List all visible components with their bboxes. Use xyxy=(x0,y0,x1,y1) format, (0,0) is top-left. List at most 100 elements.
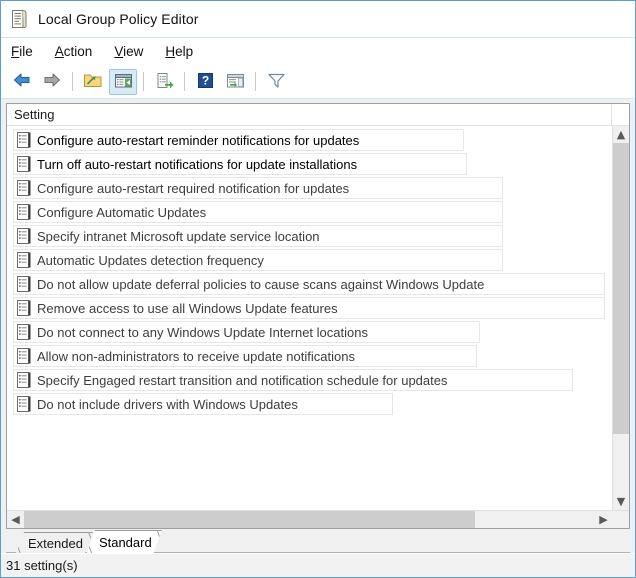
up-one-level-button[interactable] xyxy=(79,69,107,95)
console-tree-icon xyxy=(114,72,133,92)
scroll-left-button[interactable]: ◀ xyxy=(7,511,24,528)
row-container[interactable]: Do not connect to any Windows Update Int… xyxy=(13,321,480,343)
menu-item-file[interactable]: File xyxy=(11,44,33,59)
row-container[interactable]: Automatic Updates detection frequency xyxy=(13,249,503,271)
show-pane-icon xyxy=(226,72,245,92)
vertical-scrollbar[interactable]: ▲ ▼ xyxy=(612,126,629,510)
policy-setting-icon xyxy=(17,204,31,220)
scroll-right-button[interactable]: ▶ xyxy=(595,511,612,528)
policy-setting-icon xyxy=(17,372,31,388)
horizontal-scroll-track[interactable] xyxy=(24,511,595,528)
menu-item-view[interactable]: View xyxy=(114,44,143,59)
tab-standard-label: Standard xyxy=(98,534,152,550)
forward-button[interactable] xyxy=(38,69,66,95)
arrow-left-icon xyxy=(13,72,31,91)
help-button[interactable]: ? xyxy=(191,69,219,95)
policy-setting-icon xyxy=(17,348,31,364)
policy-setting-icon xyxy=(17,228,31,244)
chevron-left-icon: ◀ xyxy=(11,513,20,526)
policy-setting-icon xyxy=(17,132,31,148)
row-container[interactable]: Allow non-administrators to receive upda… xyxy=(13,345,477,367)
question-mark-icon: ? xyxy=(197,72,214,92)
table-row[interactable]: Specify Engaged restart transition and n… xyxy=(7,368,629,392)
menu-item-help[interactable]: Help xyxy=(165,44,193,59)
setting-name: Allow non-administrators to receive upda… xyxy=(37,348,355,364)
scroll-up-button[interactable]: ▲ xyxy=(613,126,629,143)
table-row[interactable]: Specify intranet Microsoft update servic… xyxy=(7,224,629,248)
table-row[interactable]: Turn off auto-restart notifications for … xyxy=(7,152,629,176)
table-row[interactable]: Automatic Updates detection frequency xyxy=(7,248,629,272)
scrollbar-corner xyxy=(612,511,629,528)
svg-text:?: ? xyxy=(201,73,208,87)
policy-document-icon xyxy=(9,8,29,30)
setting-name: Turn off auto-restart notifications for … xyxy=(37,156,358,172)
row-container[interactable]: Configure Automatic Updates xyxy=(13,201,503,223)
content-pane: Setting Configure auto-restart reminder … xyxy=(1,99,635,553)
settings-list-view[interactable]: Setting Configure auto-restart reminder … xyxy=(6,103,630,529)
funnel-filter-icon xyxy=(267,72,286,92)
policy-setting-icon xyxy=(17,180,31,196)
policy-setting-icon xyxy=(17,396,31,412)
scroll-down-button[interactable]: ▼ xyxy=(613,493,629,510)
setting-name: Specify intranet Microsoft update servic… xyxy=(37,228,320,244)
chevron-down-icon: ▼ xyxy=(616,495,626,508)
tab-strip: Extended Standard xyxy=(6,529,630,553)
vertical-scroll-track[interactable] xyxy=(613,143,629,493)
settings-rows: Configure auto-restart reminder notifica… xyxy=(7,128,629,416)
vertical-scroll-thumb[interactable] xyxy=(613,143,629,434)
table-row[interactable]: Configure Automatic Updates xyxy=(7,200,629,224)
tab-extended-label: Extended xyxy=(28,535,83,551)
row-container[interactable]: Specify intranet Microsoft update servic… xyxy=(13,225,503,247)
horizontal-scroll-thumb[interactable] xyxy=(24,511,476,528)
table-row[interactable]: Configure auto-restart required notifica… xyxy=(7,176,629,200)
chevron-right-icon: ▶ xyxy=(599,513,608,526)
policy-setting-icon xyxy=(17,276,31,292)
menu-bar: File Action View Help xyxy=(1,38,635,65)
setting-name: Automatic Updates detection frequency xyxy=(37,252,264,268)
tab-extended[interactable]: Extended xyxy=(16,532,93,553)
tab-standard[interactable]: Standard xyxy=(87,530,162,553)
list-body: Configure auto-restart reminder notifica… xyxy=(7,126,629,510)
toolbar-separator xyxy=(143,72,144,91)
export-list-button[interactable] xyxy=(150,69,178,95)
table-row[interactable]: Do not connect to any Windows Update Int… xyxy=(7,320,629,344)
column-header-setting[interactable]: Setting xyxy=(7,104,612,125)
menu-item-action[interactable]: Action xyxy=(55,44,93,59)
row-container[interactable]: Do not allow update deferral policies to… xyxy=(13,273,605,295)
row-container[interactable]: Turn off auto-restart notifications for … xyxy=(13,153,467,175)
row-container[interactable]: Do not include drivers with Windows Upda… xyxy=(13,393,393,415)
setting-name: Do not include drivers with Windows Upda… xyxy=(37,396,298,412)
chevron-up-icon: ▲ xyxy=(616,128,626,141)
row-container[interactable]: Configure auto-restart reminder notifica… xyxy=(13,129,464,151)
table-row[interactable]: Allow non-administrators to receive upda… xyxy=(7,344,629,368)
show-hide-tree-button[interactable] xyxy=(109,68,137,95)
list-header: Setting xyxy=(7,104,629,126)
title-bar: Local Group Policy Editor xyxy=(1,1,635,38)
table-row[interactable]: Do not allow update deferral policies to… xyxy=(7,272,629,296)
toolbar-separator xyxy=(255,72,256,91)
horizontal-scrollbar[interactable]: ◀ ▶ xyxy=(7,510,629,528)
status-text: 31 setting(s) xyxy=(6,558,78,573)
local-group-policy-editor-window: Local Group Policy Editor File Action Vi… xyxy=(0,0,636,578)
export-list-icon xyxy=(155,72,174,92)
row-container[interactable]: Remove access to use all Windows Update … xyxy=(13,297,605,319)
window-title: Local Group Policy Editor xyxy=(38,11,199,27)
show-pane-button[interactable] xyxy=(221,69,249,95)
filter-button[interactable] xyxy=(262,69,290,95)
setting-name: Configure Automatic Updates xyxy=(37,204,207,220)
table-row[interactable]: Do not include drivers with Windows Upda… xyxy=(7,392,629,416)
setting-name: Specify Engaged restart transition and n… xyxy=(37,372,448,388)
policy-setting-icon xyxy=(17,300,31,316)
policy-setting-icon xyxy=(17,252,31,268)
row-container[interactable]: Configure auto-restart required notifica… xyxy=(13,177,503,199)
policy-setting-icon xyxy=(17,156,31,172)
row-container[interactable]: Specify Engaged restart transition and n… xyxy=(13,369,573,391)
toolbar-separator xyxy=(72,72,73,91)
arrow-right-icon xyxy=(43,72,61,91)
setting-name: Configure auto-restart reminder notifica… xyxy=(37,132,360,148)
table-row[interactable]: Remove access to use all Windows Update … xyxy=(7,296,629,320)
folder-up-icon xyxy=(83,72,103,92)
back-button[interactable] xyxy=(8,69,36,95)
setting-name: Remove access to use all Windows Update … xyxy=(37,300,338,316)
table-row[interactable]: Configure auto-restart reminder notifica… xyxy=(7,128,629,152)
